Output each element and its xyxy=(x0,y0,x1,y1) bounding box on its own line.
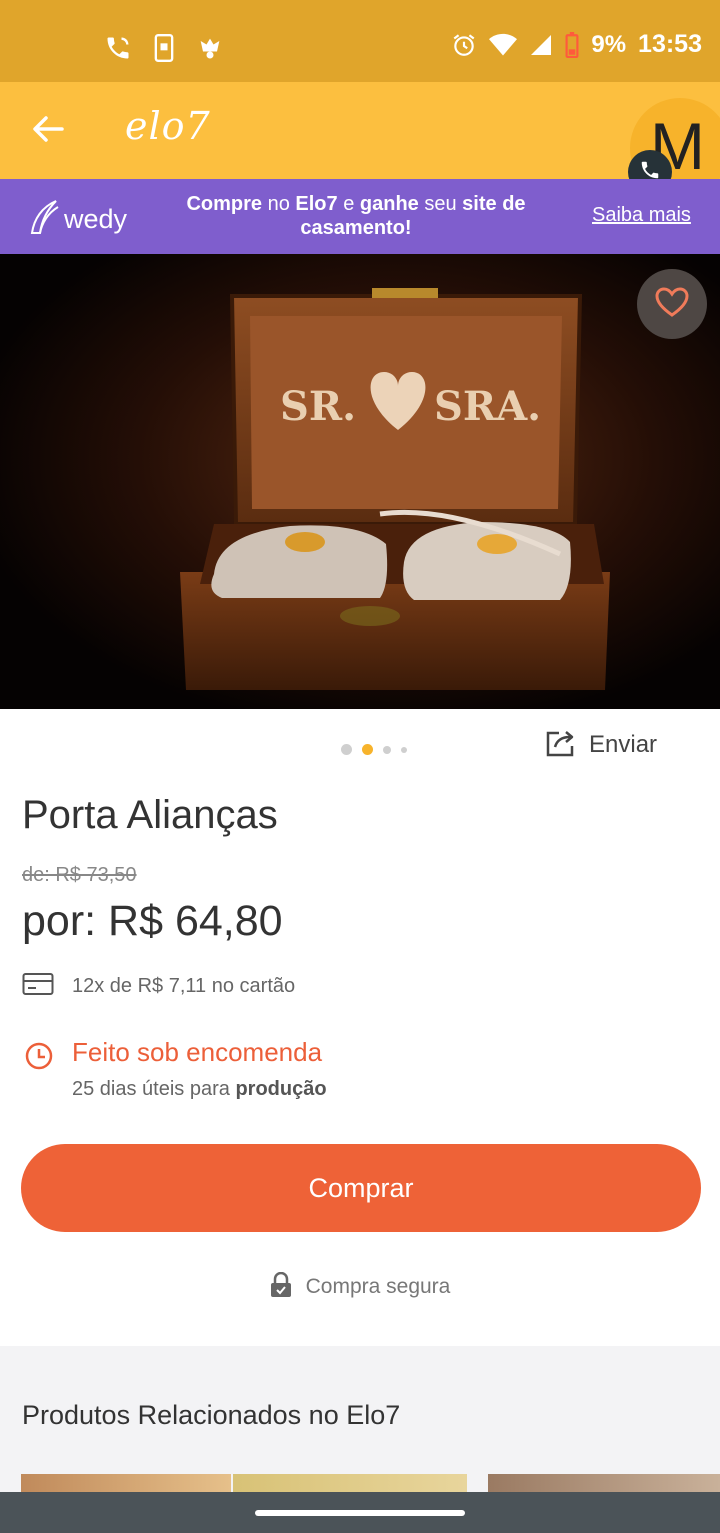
battery-percentage: 9% xyxy=(591,30,627,58)
made-to-order-info: Feito sob encomenda 25 dias úteis para p… xyxy=(24,1037,327,1101)
wedy-promo-banner[interactable]: wedy Compre no Elo7 e ganhe seu site de … xyxy=(0,179,720,254)
status-system: 9% 13:53 xyxy=(451,30,702,59)
box-text-sra: SRA. xyxy=(434,383,541,430)
app-bar: elo7 xyxy=(0,82,720,179)
related-products-title: Produtos Relacionados no Elo7 xyxy=(22,1400,401,1430)
status-notifications xyxy=(104,34,224,62)
wedy-logo: wedy xyxy=(28,199,127,239)
clock-icon xyxy=(24,1037,54,1101)
banner-message: Compre no Elo7 e ganhe seu site de casam… xyxy=(186,193,526,239)
secure-purchase: Compra segura xyxy=(0,1271,720,1302)
made-to-order-title: Feito sob encomenda xyxy=(72,1037,323,1067)
share-button[interactable]: Enviar xyxy=(545,729,657,761)
app-notification-icon xyxy=(196,34,224,62)
share-icon xyxy=(545,729,577,761)
heart-outline-icon xyxy=(655,287,689,321)
related-product-thumbnail[interactable] xyxy=(488,1474,720,1494)
wifi-icon xyxy=(489,33,518,57)
home-gesture-handle[interactable] xyxy=(255,1510,465,1516)
alarm-icon xyxy=(451,32,477,58)
carousel-dot[interactable] xyxy=(383,745,391,754)
carousel-dot-active[interactable] xyxy=(362,744,373,755)
phone-screen-icon xyxy=(152,34,176,62)
carousel-dot[interactable] xyxy=(341,744,352,755)
box-text-sr: SR. xyxy=(280,383,356,430)
battery-low-icon xyxy=(565,31,579,58)
wedy-brand-text: wedy xyxy=(64,203,128,234)
clock: 13:53 xyxy=(638,30,702,58)
signal-icon xyxy=(529,33,553,57)
installments-info: 12x de R$ 7,11 no cartão xyxy=(22,972,295,1000)
carousel-indicator xyxy=(341,744,407,755)
buy-button[interactable]: Comprar xyxy=(21,1144,701,1232)
share-label: Enviar xyxy=(589,731,658,758)
carousel-dot[interactable] xyxy=(401,746,407,753)
secure-purchase-label: Compra segura xyxy=(305,1275,451,1298)
installments-text: 12x de R$ 7,11 no cartão xyxy=(72,974,296,997)
related-product-thumbnail[interactable] xyxy=(21,1474,231,1494)
saiba-mais-link[interactable]: Saiba mais xyxy=(592,204,691,227)
ring-box-photo: SR. SRA. xyxy=(0,254,720,709)
status-bar: 9% 13:53 xyxy=(0,0,720,82)
lock-icon xyxy=(270,1271,292,1302)
product-title: Porta Alianças xyxy=(22,793,278,837)
system-navigation-bar xyxy=(0,1492,720,1533)
product-image[interactable]: SR. SRA. xyxy=(0,254,720,709)
arrow-left-icon xyxy=(32,115,64,147)
credit-card-icon xyxy=(22,972,54,1000)
back-button[interactable] xyxy=(26,112,70,150)
related-product-thumbnail[interactable] xyxy=(233,1474,467,1494)
call-icon xyxy=(104,34,132,62)
favorite-button[interactable] xyxy=(637,269,707,339)
elo7-logo[interactable]: elo7 xyxy=(125,104,211,148)
old-price: de: R$ 73,50 xyxy=(22,864,137,886)
production-time: 25 dias úteis para produção xyxy=(72,1078,327,1100)
wedy-leaf-icon xyxy=(28,199,60,239)
current-price: por: R$ 64,80 xyxy=(22,897,283,945)
